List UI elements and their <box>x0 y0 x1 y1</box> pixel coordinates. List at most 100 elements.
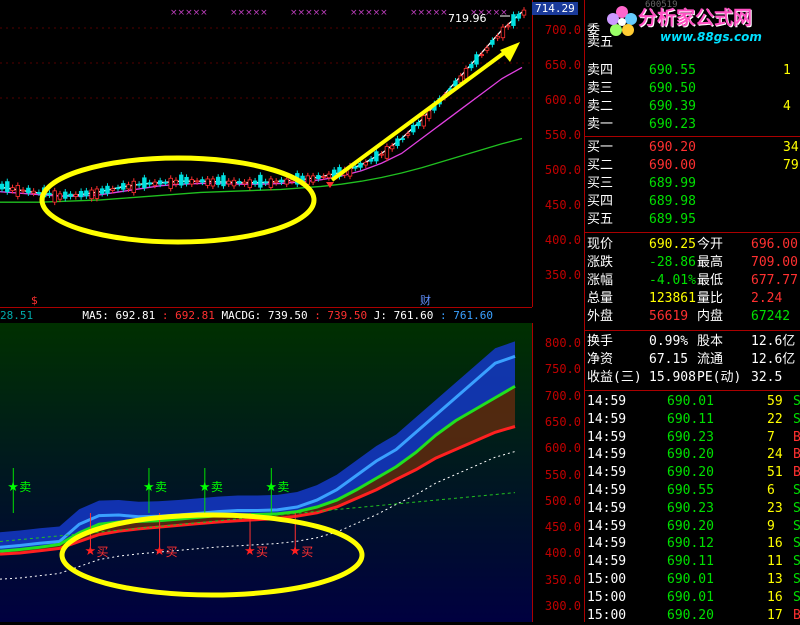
stat-row[interactable]: 换手 0.99% 股本 12.6亿 <box>585 333 800 351</box>
tick-time: 15:00 <box>587 572 627 587</box>
stat-label: 涨幅 <box>587 273 614 288</box>
tick-row[interactable]: 14:59 690.12 16 S <box>585 535 800 553</box>
tick-flag: S <box>793 536 800 552</box>
stat-row[interactable]: 净资 67.15 流通 12.6亿 <box>585 351 800 369</box>
candle-body <box>421 115 427 127</box>
quote-panel: 委卖五 卖四 690.55 1 卖三 690.50 卖二 690.39 4 卖一 690.23 买一 6… <box>584 0 800 623</box>
candle-body <box>516 13 521 19</box>
stat-row[interactable]: 涨跌 -28.86 最高 709.00 <box>585 254 800 272</box>
stat-row[interactable]: 涨幅 -4.01% 最低 677.77 <box>585 272 800 290</box>
buy-row[interactable]: 买二 690.00 79 <box>585 157 800 175</box>
candle-body <box>284 178 289 185</box>
tick-price: 690.20 <box>667 465 714 481</box>
sell-row[interactable]: 卖三 690.50 <box>585 80 800 98</box>
tick-row[interactable]: 14:59 690.20 51 B <box>585 464 800 482</box>
tick-flag: S <box>793 518 800 534</box>
stat-row[interactable]: 现价 690.25 今开 696.00 <box>585 236 800 254</box>
candle-body <box>263 181 268 184</box>
quote-separator <box>585 390 800 391</box>
stat-value: 12.6亿 <box>751 352 796 367</box>
tick-price: 690.23 <box>667 500 714 516</box>
tick-time: 15:00 <box>587 589 627 605</box>
candle-body <box>416 122 421 127</box>
candle-body <box>136 183 142 186</box>
candle-body <box>110 188 115 191</box>
stat-value: 0.99% <box>649 334 689 349</box>
tick-row[interactable]: 14:59 690.20 24 B <box>585 446 800 464</box>
stat-row[interactable]: 外盘 56619 内盘 67242 <box>585 308 800 326</box>
tick-row[interactable]: 14:59 690.20 9 S <box>585 518 800 536</box>
tick-volume: 16 <box>767 589 783 605</box>
buy-row[interactable]: 买三 689.99 <box>585 175 800 193</box>
candle-body <box>268 178 274 188</box>
tick-row[interactable]: 14:59 690.23 7 B <box>585 429 800 447</box>
candle-body <box>168 177 173 189</box>
candle-body <box>363 161 369 166</box>
stat-value: 2.24 <box>751 291 783 306</box>
tick-row[interactable]: 15:00 690.01 13 S <box>585 571 800 589</box>
tick-time: 14:59 <box>587 447 627 463</box>
sell-row-volume: 1 <box>783 63 791 78</box>
buy-row[interactable]: 买四 689.98 <box>585 193 800 211</box>
tick-row[interactable]: 14:59 690.11 11 S <box>585 553 800 571</box>
price-axis-tick: 550.0 <box>544 128 581 142</box>
buy-star-icon: ★ <box>154 544 166 559</box>
tick-row[interactable]: 14:59 690.23 23 S <box>585 500 800 518</box>
tick-row[interactable]: 14:59 690.55 6 S <box>585 482 800 500</box>
sell-row-label: 卖一 <box>587 117 614 132</box>
sell-row[interactable]: 卖二 690.39 4 <box>585 98 800 116</box>
tick-row[interactable]: 15:00 690.01 16 S <box>585 589 800 607</box>
indicator-axis-tick: 550.0 <box>544 467 581 482</box>
site-logo[interactable]: 分析家公式网 www.88gs.com 600519 <box>600 0 800 50</box>
tick-flag: S <box>793 572 800 587</box>
tick-time: 14:59 <box>587 536 627 552</box>
buy-star-icon: ★ <box>244 544 256 559</box>
buy-row-volume: 34 <box>783 140 799 155</box>
stat-row[interactable]: 总量 123861 量比 2.24 <box>585 290 800 308</box>
j-value: : 761.60 <box>440 309 494 322</box>
tick-flag: S <box>793 554 800 570</box>
price-axis: 700.0 650.0 600.0 550.0 500.0 450.0 400.0 350.0 <box>532 0 585 307</box>
marker-strip: ××××× <box>170 8 208 18</box>
tick-time: 14:59 <box>587 429 627 445</box>
buy-row-label: 买二 <box>587 158 614 173</box>
buy-row-price: 689.98 <box>649 194 696 209</box>
candle-body <box>20 189 26 192</box>
buy-row-label: 买四 <box>587 194 614 209</box>
candle-body <box>374 151 379 162</box>
buy-signal-label: 买 <box>166 545 178 559</box>
candle-body <box>231 179 237 187</box>
stat-label: 内盘 <box>697 309 724 324</box>
stat-value: 67242 <box>751 309 791 324</box>
price-axis-tick: 700.0 <box>544 23 581 37</box>
sell-row[interactable]: 卖四 690.55 1 <box>585 62 800 80</box>
tick-row[interactable]: 14:59 690.01 59 S <box>585 393 800 411</box>
buy-star-icon: ★ <box>289 544 301 559</box>
stat-label: PE(动) <box>697 370 742 385</box>
stat-value: 32.5 <box>751 370 783 385</box>
buy-row[interactable]: 买一 690.20 34 <box>585 139 800 157</box>
sell-row[interactable]: 卖一 690.23 <box>585 116 800 134</box>
stat-label: 今开 <box>697 237 724 252</box>
quote-separator <box>585 330 800 331</box>
stat-value: 56619 <box>649 309 689 324</box>
tick-volume: 22 <box>767 411 783 427</box>
peak-label: 719.96 <box>448 12 487 25</box>
sell-row-price: 690.50 <box>649 81 696 96</box>
indicator-chart[interactable]: ★ 卖 ★ 卖 ★ 卖 ★ 卖★ 买 ★ 买 ★ 买 ★ 买 <box>0 323 532 622</box>
macdg-value: : 739.50 <box>314 309 368 322</box>
sell-star-icon: ★ <box>7 480 19 495</box>
stat-row[interactable]: 收益(三) 15.908 PE(动) 32.5 <box>585 369 800 387</box>
candle-body <box>57 193 63 200</box>
candle-body <box>184 176 189 184</box>
tick-volume: 59 <box>767 394 783 409</box>
tick-row[interactable]: 14:59 690.11 22 S <box>585 411 800 429</box>
candle-body <box>189 179 195 185</box>
stat-value: 709.00 <box>751 255 798 270</box>
indicator-axis-tick: 650.0 <box>544 414 581 429</box>
price-chart[interactable]: ××××× ××××× ××××× ××××× ××××× ×××××719.96$ 财 <box>0 0 532 307</box>
buy-row[interactable]: 买五 689.95 <box>585 211 800 229</box>
candle-body <box>89 189 94 200</box>
marker-strip: ××××× <box>230 8 268 18</box>
candle-body <box>152 181 158 186</box>
